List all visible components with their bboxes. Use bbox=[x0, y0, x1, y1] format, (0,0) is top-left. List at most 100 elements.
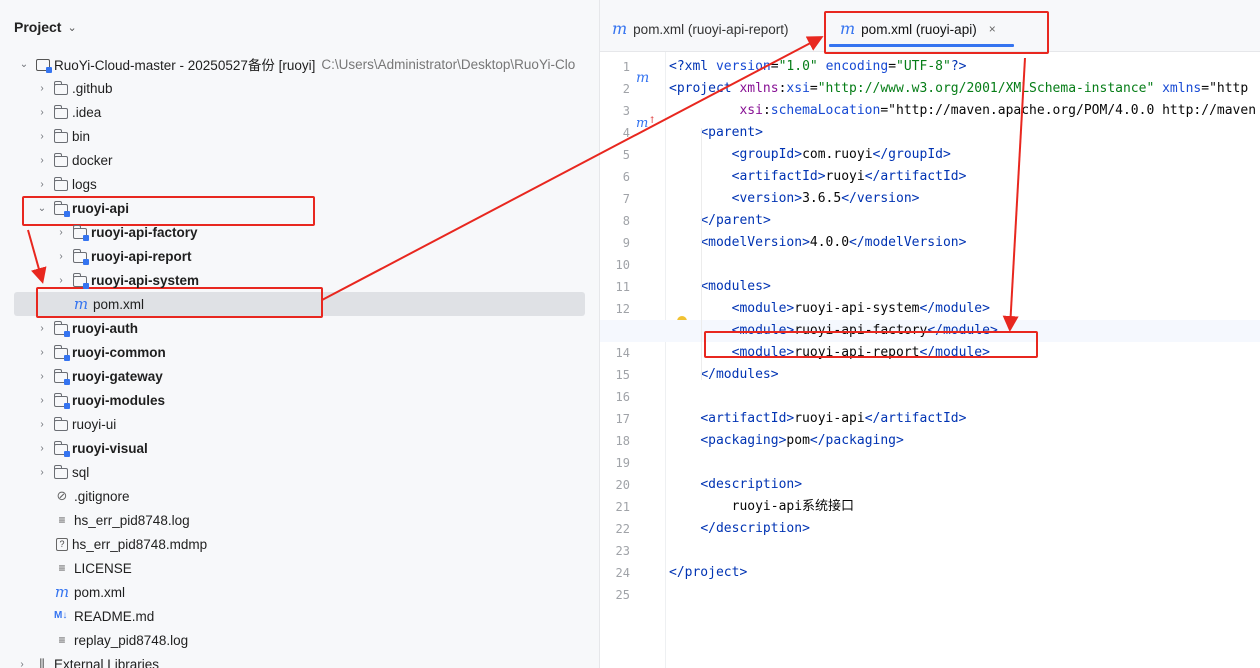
tree-item-github[interactable]: › .github bbox=[0, 76, 599, 100]
chevron-right-icon[interactable]: › bbox=[55, 227, 67, 238]
code-line[interactable]: <project xmlns:xsi="http://www.w3.org/20… bbox=[669, 78, 1248, 100]
chevron-right-icon[interactable]: › bbox=[36, 419, 48, 430]
code-line[interactable]: <packaging>pom</packaging> bbox=[669, 430, 904, 452]
chevron-right-icon[interactable]: › bbox=[36, 395, 48, 406]
tree-root-item[interactable]: ⌄ RuoYi-Cloud-master - 20250527备份 [ruoyi… bbox=[0, 52, 599, 76]
tree-item-idea[interactable]: › .idea bbox=[0, 100, 599, 124]
tree-item-external-libraries[interactable]: › ⫼ External Libraries bbox=[0, 652, 599, 668]
tree-item-label: ruoyi-visual bbox=[72, 440, 148, 456]
code-line[interactable]: </modules> bbox=[669, 364, 778, 386]
tree-item-ruoyi-auth[interactable]: › ruoyi-auth bbox=[0, 316, 599, 340]
chevron-right-icon[interactable]: › bbox=[36, 83, 48, 94]
tree-item-ruoyi-common[interactable]: › ruoyi-common bbox=[0, 340, 599, 364]
tree-item-replay-log[interactable]: ≡ replay_pid8748.log bbox=[0, 628, 599, 652]
code-line[interactable]: <version>3.6.5</version> bbox=[669, 188, 920, 210]
line-number: 4 bbox=[622, 126, 630, 140]
project-view-selector[interactable]: Project ⌄ bbox=[0, 12, 77, 42]
code-line[interactable]: <?xml version="1.0" encoding="UTF-8"?> bbox=[669, 56, 966, 78]
tree-item-label: .gitignore bbox=[74, 488, 130, 504]
text-file-icon: ≡ bbox=[58, 513, 66, 527]
maven-parent-gutter-icon[interactable]: m↑ bbox=[636, 116, 656, 131]
tree-item-label: ruoyi-api-report bbox=[91, 248, 192, 264]
indent-guide bbox=[701, 282, 702, 380]
tree-item-label: replay_pid8748.log bbox=[74, 632, 189, 648]
chevron-right-icon[interactable]: › bbox=[36, 107, 48, 118]
tree-item-label: ruoyi-common bbox=[72, 344, 166, 360]
tree-item-hs-err-log[interactable]: ≡ hs_err_pid8748.log bbox=[0, 508, 599, 532]
tree-item-label: docker bbox=[72, 152, 113, 168]
code-line[interactable]: <artifactId>ruoyi</artifactId> bbox=[669, 166, 967, 188]
line-number: 3 bbox=[622, 104, 630, 118]
markdown-file-icon: M↓ bbox=[54, 610, 68, 621]
tree-item-ruoyi-ui[interactable]: › ruoyi-ui bbox=[0, 412, 599, 436]
code-line[interactable]: xsi:schemaLocation="http://maven.apache.… bbox=[669, 100, 1256, 122]
tree-item-readme[interactable]: M↓ README.md bbox=[0, 604, 599, 628]
tree-item-ruoyi-api-report[interactable]: › ruoyi-api-report bbox=[0, 244, 599, 268]
tree-item-ruoyi-gateway[interactable]: › ruoyi-gateway bbox=[0, 364, 599, 388]
annotation-box-active-tab bbox=[824, 11, 1049, 54]
module-folder-icon bbox=[53, 321, 70, 337]
line-number: 8 bbox=[622, 214, 630, 228]
code-line[interactable]: <artifactId>ruoyi-api</artifactId> bbox=[669, 408, 966, 430]
line-number: 24 bbox=[615, 566, 630, 580]
line-number: 21 bbox=[615, 500, 630, 514]
module-folder-icon bbox=[53, 345, 70, 361]
code-line[interactable]: <parent> bbox=[669, 122, 763, 144]
code-line[interactable]: </project> bbox=[669, 562, 747, 584]
folder-icon bbox=[53, 105, 68, 119]
tree-item-sql[interactable]: › sql bbox=[0, 460, 599, 484]
code-line[interactable]: <groupId>com.ruoyi</groupId> bbox=[669, 144, 951, 166]
tree-item-bin[interactable]: › bin bbox=[0, 124, 599, 148]
chevron-right-icon[interactable]: › bbox=[55, 251, 67, 262]
chevron-right-icon[interactable]: › bbox=[36, 443, 48, 454]
chevron-down-icon[interactable]: ⌄ bbox=[36, 203, 48, 214]
tree-item-label: sql bbox=[72, 464, 90, 480]
tree-item-logs[interactable]: › logs bbox=[0, 172, 599, 196]
tree-item-license[interactable]: ≡ LICENSE bbox=[0, 556, 599, 580]
maven-gutter-icon[interactable]: m bbox=[636, 70, 649, 86]
chevron-right-icon[interactable]: › bbox=[16, 659, 28, 668]
tree-item-root-pom-xml[interactable]: m pom.xml bbox=[0, 580, 599, 604]
tree-item-label: ruoyi-api-factory bbox=[91, 224, 198, 240]
code-editor[interactable]: <?xml version="1.0" encoding="UTF-8"?> <p… bbox=[600, 52, 1260, 668]
line-number: 16 bbox=[615, 390, 630, 404]
code-line[interactable]: <modules> bbox=[669, 276, 770, 298]
code-line[interactable]: <description> bbox=[669, 474, 802, 496]
code-line[interactable]: </description> bbox=[669, 518, 810, 540]
chevron-right-icon[interactable]: › bbox=[36, 371, 48, 382]
chevron-right-icon[interactable]: › bbox=[36, 323, 48, 334]
code-line[interactable]: </parent> bbox=[669, 210, 770, 232]
tree-item-hs-err-mdmp[interactable]: ? hs_err_pid8748.mdmp bbox=[0, 532, 599, 556]
tab-label: pom.xml (ruoyi-api-report) bbox=[633, 21, 789, 37]
line-number: 25 bbox=[615, 588, 630, 602]
tree-item-gitignore[interactable]: ⊘ .gitignore bbox=[0, 484, 599, 508]
maven-file-icon: m bbox=[73, 295, 89, 313]
chevron-down-icon[interactable]: ⌄ bbox=[18, 59, 30, 70]
chevron-right-icon[interactable]: › bbox=[55, 275, 67, 286]
tree-item-docker[interactable]: › docker bbox=[0, 148, 599, 172]
chevron-right-icon[interactable]: › bbox=[36, 347, 48, 358]
chevron-right-icon[interactable]: › bbox=[36, 131, 48, 142]
maven-file-icon: m bbox=[54, 583, 70, 601]
project-icon bbox=[36, 59, 52, 73]
code-line[interactable]: <module>ruoyi-api-system</module> bbox=[669, 298, 990, 320]
line-number: 6 bbox=[622, 170, 630, 184]
line-number: 17 bbox=[615, 412, 630, 426]
tab-pom-ruoyi-api-report[interactable]: m pom.xml (ruoyi-api-report) bbox=[612, 14, 788, 44]
module-folder-icon bbox=[72, 249, 89, 265]
line-number: 14 bbox=[615, 346, 630, 360]
tree-item-ruoyi-modules[interactable]: › ruoyi-modules bbox=[0, 388, 599, 412]
code-line[interactable]: ruoyi-api系统接口 bbox=[669, 496, 854, 518]
tree-item-ruoyi-visual[interactable]: › ruoyi-visual bbox=[0, 436, 599, 460]
text-file-icon: ≡ bbox=[58, 561, 66, 575]
project-panel-title: Project bbox=[14, 19, 62, 35]
tree-item-label: ruoyi-gateway bbox=[72, 368, 163, 384]
library-icon: ⫼ bbox=[39, 657, 45, 668]
folder-icon bbox=[53, 465, 68, 479]
chevron-right-icon[interactable]: › bbox=[36, 179, 48, 190]
chevron-right-icon[interactable]: › bbox=[36, 155, 48, 166]
tree-item-label: hs_err_pid8748.log bbox=[74, 512, 190, 528]
module-folder-icon bbox=[72, 225, 89, 241]
code-line[interactable]: <modelVersion>4.0.0</modelVersion> bbox=[669, 232, 966, 254]
chevron-right-icon[interactable]: › bbox=[36, 467, 48, 478]
